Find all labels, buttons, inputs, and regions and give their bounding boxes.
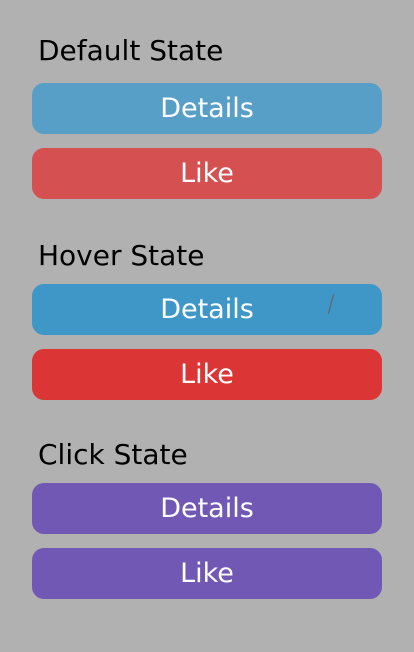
hover-like-button[interactable]: Like <box>32 349 382 400</box>
default-state-heading: Default State <box>38 34 224 67</box>
click-state-heading: Click State <box>38 438 188 471</box>
button-states-page: Default State Details Like Hover State D… <box>0 0 414 652</box>
click-like-button[interactable]: Like <box>32 548 382 599</box>
default-details-button[interactable]: Details <box>32 83 382 134</box>
default-like-button[interactable]: Like <box>32 148 382 199</box>
click-details-button[interactable]: Details <box>32 483 382 534</box>
hover-state-heading: Hover State <box>38 239 205 272</box>
cursor-icon <box>327 293 335 315</box>
